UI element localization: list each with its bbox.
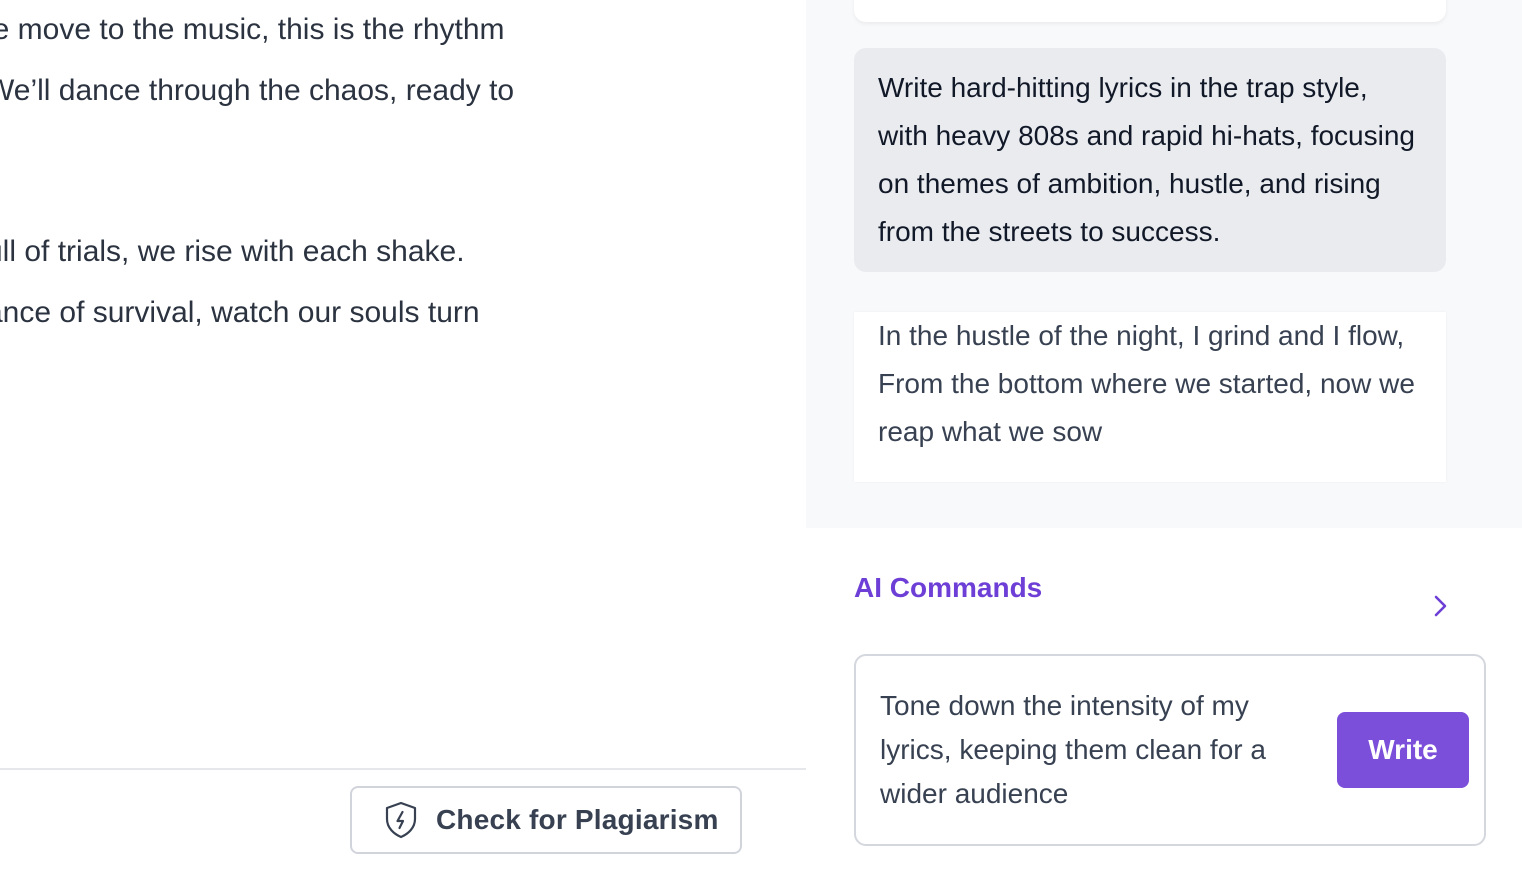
user-prompt-bubble: Write hard-hitting lyrics in the trap st…	[854, 48, 1446, 272]
lyric-line: ance of survival, watch our souls turn	[0, 296, 480, 329]
previous-message-card	[854, 0, 1446, 22]
write-button[interactable]: Write	[1337, 712, 1469, 788]
lyric-line: We’ll dance through the chaos, ready to	[0, 74, 515, 107]
lyric-line: ull of trials, we rise with each shake.	[0, 235, 465, 268]
editor-divider	[0, 768, 806, 770]
ai-command-input[interactable]: Tone down the intensity of my lyrics, ke…	[880, 684, 1320, 816]
response-line: From the bottom where we started, now we…	[878, 368, 1415, 447]
ai-command-box: Tone down the intensity of my lyrics, ke…	[854, 654, 1486, 846]
check-plagiarism-label: Check for Plagiarism	[436, 804, 719, 835]
app-root: ’e move to the music, this is the rhythm…	[0, 0, 1522, 870]
ai-response-card: In the hustle of the night, I grind and …	[854, 312, 1446, 482]
lyric-line: ’e move to the music, this is the rhythm	[0, 13, 505, 46]
shield-bolt-icon	[385, 801, 417, 839]
chevron-right-icon[interactable]	[1426, 590, 1454, 622]
check-plagiarism-button[interactable]: Check for Plagiarism	[350, 786, 742, 854]
response-line: In the hustle of the night, I grind and …	[878, 320, 1405, 351]
lyrics-editor[interactable]: ’e move to the music, this is the rhythm…	[0, 0, 806, 768]
chat-pane[interactable]: Write hard-hitting lyrics in the trap st…	[806, 0, 1522, 528]
ai-commands-title: AI Commands	[854, 572, 1043, 603]
